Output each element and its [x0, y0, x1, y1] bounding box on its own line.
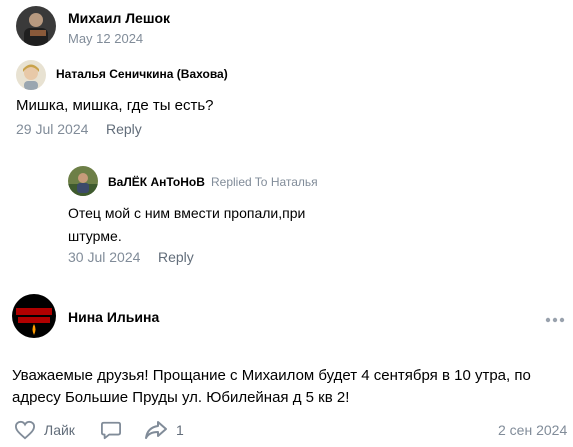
- avatar-valek[interactable]: [68, 166, 98, 196]
- more-options-button[interactable]: [545, 312, 565, 323]
- share-count: 1: [176, 422, 184, 438]
- avatar-nina-image: [12, 294, 56, 338]
- like-label: Лайк: [44, 422, 75, 438]
- more-dots-icon: [545, 317, 565, 323]
- share-icon: [145, 421, 167, 439]
- reply-replied-to[interactable]: Replied To Наталья: [211, 175, 318, 189]
- like-button[interactable]: Лайк: [14, 420, 75, 440]
- avatar-valek-image: [68, 166, 98, 196]
- post-author-date: May 12 2024: [68, 31, 144, 46]
- avatar-natalya[interactable]: [16, 60, 46, 90]
- comment-text: Мишка, мишка, где ты есть?: [16, 97, 214, 114]
- post-nina-text-line1: Уважаемые друзья! Прощание с Михаилом бу…: [12, 367, 531, 384]
- share-button[interactable]: 1: [144, 420, 184, 440]
- reply-text-line2: штурме.: [68, 228, 122, 244]
- heart-icon: [14, 420, 36, 440]
- comment-icon: [101, 421, 121, 440]
- post-author-name[interactable]: Михаил Лешок: [68, 10, 170, 26]
- avatar-mikhail-image: [16, 6, 56, 46]
- post-nina-date: 2 сен 2024: [498, 422, 568, 438]
- comment-author-name[interactable]: Наталья Сеничкина (Вахова): [56, 67, 228, 81]
- comment-button[interactable]: [100, 420, 122, 440]
- avatar-natalya-image: [16, 60, 46, 90]
- avatar-nina[interactable]: [12, 294, 56, 338]
- reply-reply-button[interactable]: Reply: [158, 249, 194, 265]
- post-nina-text-line2: адресу Большие Пруды ул. Юбилейная д 5 к…: [12, 389, 350, 406]
- post-nina-author-name[interactable]: Нина Ильина: [68, 309, 159, 325]
- comment-date: 29 Jul 2024: [16, 121, 89, 137]
- avatar-mikhail[interactable]: [16, 6, 56, 46]
- reply-author-name[interactable]: ВаЛЁК АнТоНоВ: [108, 175, 205, 189]
- reply-date: 30 Jul 2024: [68, 249, 141, 265]
- comment-reply-button[interactable]: Reply: [106, 121, 142, 137]
- reply-text-line1: Отец мой с ним вмести пропали,при: [68, 205, 306, 221]
